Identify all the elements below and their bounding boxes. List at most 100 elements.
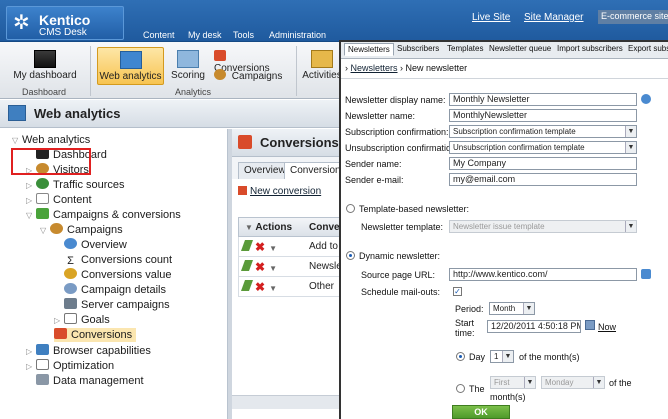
horizontal-scrollbar[interactable] (232, 395, 340, 409)
newsletter-template-select[interactable]: Newsletter issue template ▼ (449, 220, 637, 233)
calendar-icon[interactable] (585, 320, 595, 330)
tree-item-campaigns-conversions[interactable]: ▽ Campaigns & conversions (26, 208, 181, 222)
tree-item-conversions[interactable]: Conversions (54, 328, 137, 342)
kentico-logo[interactable]: ✲ Kentico CMS Desk (6, 6, 124, 40)
tree-item-browser-capabilities[interactable]: ▷ Browser capabilities (26, 344, 151, 358)
site-manager-link[interactable]: Site Manager (524, 12, 583, 23)
scoring-button[interactable]: Scoring (168, 50, 208, 81)
day-select[interactable]: 1 ▼ (490, 350, 514, 363)
tree-item-data-management[interactable]: Data management (26, 374, 144, 388)
of-the-label: of the (609, 378, 632, 388)
conversion-name: Other (309, 281, 335, 292)
tab-content[interactable]: Content (143, 30, 175, 40)
expand-icon[interactable]: ▷ (26, 194, 36, 208)
tree-item-conversions-value[interactable]: Conversions value (54, 268, 172, 282)
delete-icon[interactable]: ✖ (255, 260, 265, 274)
collapse-icon[interactable]: ▽ (40, 224, 50, 238)
tab-export-subscribers[interactable]: Export subsc (628, 44, 668, 53)
new-conversion-link[interactable]: New conversion (238, 186, 321, 197)
subscription-confirmation-select[interactable]: Subscription confirmation template ▼ (449, 125, 637, 138)
tree-item-server-campaigns[interactable]: Server campaigns (54, 298, 170, 312)
tab-administration[interactable]: Administration (269, 30, 326, 40)
scoring-label: Scoring (171, 70, 205, 81)
edit-icon[interactable] (240, 260, 254, 271)
activities-button[interactable]: Activities (302, 50, 342, 81)
tree-item-web-analytics[interactable]: ▽ Web analytics (12, 133, 90, 147)
ecommerce-site-selector[interactable]: E-commerce site (598, 10, 668, 24)
tab-templates[interactable]: Templates (447, 44, 483, 53)
tree-item-conversions-count[interactable]: Σ Conversions count (54, 253, 172, 267)
display-name-field[interactable]: Monthly Newsletter (449, 93, 637, 106)
dynamic-newsletter-label: Dynamic newsletter: (359, 251, 441, 261)
tree-item-campaigns[interactable]: ▽ Campaigns (40, 223, 123, 237)
ordinal-select[interactable]: First ▼ (490, 376, 536, 389)
newsletter-name-field[interactable]: MonthlyNewsletter (449, 109, 637, 122)
conversions-button[interactable]: Conversions (214, 50, 286, 74)
the-radio[interactable] (456, 384, 465, 393)
weekday-select[interactable]: Monday ▼ (541, 376, 605, 389)
start-time-field[interactable]: 12/20/2011 4:50:18 PM (487, 320, 581, 333)
the-label: The (469, 384, 485, 394)
expand-icon[interactable]: ▷ (26, 360, 36, 374)
now-link[interactable]: Now (598, 322, 616, 332)
tree-item-content[interactable]: ▷ Content (26, 193, 92, 207)
sender-email-field[interactable]: my@email.com (449, 173, 637, 186)
expand-icon[interactable]: ▷ (26, 179, 36, 193)
tab-import-subscribers[interactable]: Import subscribers (557, 44, 623, 53)
optimization-icon (36, 359, 49, 370)
tab-my-desk[interactable]: My desk (188, 30, 222, 40)
ok-button[interactable]: OK (452, 405, 510, 419)
expand-icon[interactable]: ▷ (26, 345, 36, 359)
breadcrumb-arrow-icon: › (345, 63, 348, 73)
source-url-field[interactable]: http://www.kentico.com/ (449, 268, 637, 281)
day-radio[interactable] (456, 352, 465, 361)
tree-item-overview[interactable]: Overview (54, 238, 127, 252)
edit-icon[interactable] (240, 240, 254, 251)
conversions-panel: Conversions Overview Conversions New con… (232, 129, 352, 419)
row-menu-icon[interactable]: ▼ (269, 244, 277, 253)
live-site-link[interactable]: Live Site (472, 12, 510, 23)
tree-item-traffic-sources[interactable]: ▷ Traffic sources (26, 178, 125, 192)
campaigns-button[interactable]: Campaigns (214, 69, 286, 83)
template-based-radio[interactable] (346, 204, 355, 213)
newsletter-tabs: Newsletters Subscribers Templates Newsle… (341, 42, 668, 59)
dropdown-icon[interactable]: ▼ (245, 223, 253, 232)
row-menu-icon[interactable]: ▼ (269, 284, 277, 293)
chevron-down-icon: ▼ (523, 303, 534, 314)
tab-newsletter-queue[interactable]: Newsletter queue (489, 44, 551, 53)
row-menu-icon[interactable]: ▼ (269, 264, 277, 273)
collapse-icon[interactable]: ▽ (26, 209, 36, 223)
tree-item-optimization[interactable]: ▷ Optimization (26, 359, 114, 373)
web-analytics-icon (8, 105, 26, 121)
delete-icon[interactable]: ✖ (255, 280, 265, 294)
tab-tools[interactable]: Tools (233, 30, 254, 40)
chevron-down-icon: ▼ (593, 377, 604, 388)
day-label: Day (469, 352, 486, 362)
schedule-checkbox[interactable]: ✓ (453, 287, 462, 296)
table-row: ✖ ▼ Newsle (238, 257, 341, 277)
web-analytics-button[interactable]: Web analytics (97, 47, 164, 85)
web-analytics-label: Web analytics (99, 71, 162, 82)
tab-subscribers[interactable]: Subscribers (397, 44, 439, 53)
tree-item-campaign-details[interactable]: Campaign details (54, 283, 166, 297)
breadcrumb-newsletters-link[interactable]: Newsletters (351, 63, 398, 73)
browser-icon (36, 344, 49, 355)
dynamic-newsletter-radio[interactable] (346, 251, 355, 260)
tree-item-goals[interactable]: ▷ Goals (54, 313, 110, 327)
unsubscription-confirmation-select[interactable]: Unsubscription confirmation template ▼ (449, 141, 637, 154)
conversions-icon (214, 50, 226, 61)
delete-icon[interactable]: ✖ (255, 240, 265, 254)
logo-subtitle: CMS Desk (39, 27, 87, 38)
conversions-title: Conversions (260, 135, 339, 150)
collapse-icon[interactable]: ▽ (12, 134, 22, 148)
localize-icon[interactable] (641, 94, 651, 104)
my-dashboard-button[interactable]: My dashboard (12, 50, 78, 81)
edit-icon[interactable] (240, 280, 254, 291)
period-select[interactable]: Month ▼ (489, 302, 535, 315)
select-page-icon[interactable] (641, 269, 651, 279)
conversions-body: New conversion ▼ Actions Conver ✖ ▼ Add t… (232, 179, 343, 419)
expand-icon[interactable]: ▷ (54, 314, 64, 328)
sender-name-field[interactable]: My Company (449, 157, 637, 170)
magnifier-icon (64, 283, 77, 294)
tab-newsletters[interactable]: Newsletters (344, 43, 394, 56)
